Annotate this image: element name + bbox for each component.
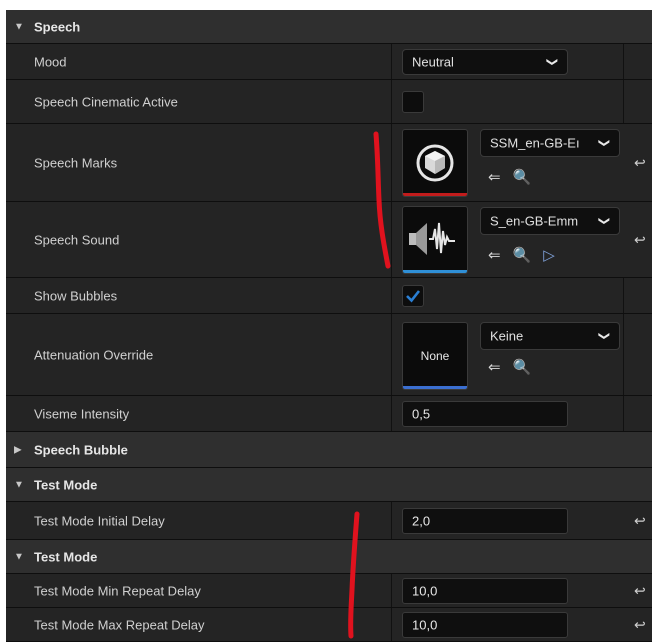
column-divider[interactable] <box>391 502 392 539</box>
asset-actions: ⇐ 🔍 <box>488 360 531 375</box>
property-label: Test Mode Min Repeat Delay <box>34 583 201 598</box>
column-divider[interactable] <box>391 202 392 277</box>
dropdown-value: S_en-GB-Emm <box>490 213 579 229</box>
triangle-down-icon[interactable]: ▼ <box>14 21 24 32</box>
property-label: Viseme Intensity <box>34 406 130 421</box>
dropdown-value: SSM_en-GB-Eı <box>490 135 580 151</box>
section-test-mode[interactable]: ▼ Test Mode <box>6 540 652 574</box>
row-viseme: Viseme Intensity 0,5 <box>6 396 652 432</box>
initial-delay-input[interactable]: 2,0 <box>402 508 568 534</box>
show-bubbles-checkbox[interactable] <box>402 285 424 307</box>
cinematic-checkbox[interactable] <box>402 91 424 113</box>
section-speech[interactable]: ▼ Speech <box>6 10 652 44</box>
column-divider[interactable] <box>391 278 392 313</box>
reset-arrow-icon[interactable]: ↩ <box>634 512 646 529</box>
chevron-down-icon: ❯ <box>597 331 610 341</box>
column-divider[interactable] <box>391 80 392 123</box>
browse-folder-icon[interactable]: 🔍 <box>513 360 532 375</box>
attenuation-thumbnail[interactable]: None <box>402 322 468 390</box>
speech-sound-asset-dropdown[interactable]: S_en-GB-Emm ❯ <box>480 207 620 235</box>
details-panel: ▼ Speech Mood Neutral ❯ Speech Cinematic… <box>6 10 652 642</box>
use-selected-arrow-icon[interactable]: ⇐ <box>488 170 501 185</box>
property-label: Attenuation Override <box>34 347 154 362</box>
property-label: Speech Marks <box>34 155 118 170</box>
row-test-mode-max-repeat-delay: Test Mode Max Repeat Delay 10,0 ↩ <box>6 608 652 642</box>
field-value: 2,0 <box>412 513 431 529</box>
reset-arrow-icon[interactable]: ↩ <box>634 231 646 248</box>
triangle-down-icon[interactable]: ▼ <box>14 479 24 490</box>
dropdown-value: Keine <box>490 328 524 344</box>
cube-asset-icon <box>416 144 454 182</box>
mood-dropdown[interactable]: Neutral ❯ <box>402 49 568 75</box>
speech-marks-asset-dropdown[interactable]: SSM_en-GB-Eı ❯ <box>480 129 620 157</box>
thumbnail-text: None <box>420 349 450 363</box>
row-show-bubbles: Show Bubbles <box>6 278 652 314</box>
asset-actions: ⇐ 🔍 ▷ <box>488 248 555 263</box>
asset-type-bar <box>403 386 467 389</box>
use-selected-arrow-icon[interactable]: ⇐ <box>488 360 501 375</box>
field-value: 0,5 <box>412 406 431 422</box>
section-speech-bubble[interactable]: ▶ Speech Bubble <box>6 432 652 468</box>
property-label: Speech Sound <box>34 232 120 247</box>
property-label: Speech Cinematic Active <box>34 94 178 109</box>
use-selected-arrow-icon[interactable]: ⇐ <box>488 248 501 263</box>
property-label: Test Mode Max Repeat Delay <box>34 617 205 632</box>
reset-arrow-icon[interactable]: ↩ <box>634 582 646 599</box>
browse-folder-icon[interactable]: 🔍 <box>513 170 532 185</box>
speech-marks-thumbnail[interactable] <box>402 129 468 197</box>
checkmark-icon <box>406 290 421 303</box>
dropdown-value: Neutral <box>412 54 454 70</box>
triangle-down-icon[interactable]: ▼ <box>14 551 24 562</box>
column-divider <box>623 314 624 395</box>
attenuation-asset-dropdown[interactable]: Keine ❯ <box>480 322 620 350</box>
chevron-down-icon: ❯ <box>545 57 558 67</box>
property-label: Show Bubbles <box>34 288 118 303</box>
column-divider <box>623 44 624 79</box>
section-test-mode[interactable]: ▼ Test Mode <box>6 468 652 502</box>
section-title: Speech <box>34 19 81 34</box>
play-icon[interactable]: ▷ <box>543 248 555 263</box>
section-title: Test Mode <box>34 477 98 492</box>
section-title: Test Mode <box>34 549 98 564</box>
chevron-down-icon: ❯ <box>597 138 610 148</box>
asset-type-bar <box>403 270 467 273</box>
column-divider[interactable] <box>391 396 392 431</box>
reset-arrow-icon[interactable]: ↩ <box>634 154 646 171</box>
speaker-waveform-icon <box>409 222 455 255</box>
row-mood: Mood Neutral ❯ <box>6 44 652 80</box>
property-label: Mood <box>34 54 67 69</box>
row-test-mode-min-repeat-delay: Test Mode Min Repeat Delay 10,0 ↩ <box>6 574 652 608</box>
column-divider <box>623 80 624 123</box>
column-divider[interactable] <box>391 574 392 607</box>
viseme-intensity-input[interactable]: 0,5 <box>402 401 568 427</box>
chevron-down-icon: ❯ <box>597 216 610 226</box>
asset-type-bar <box>403 193 467 196</box>
row-speech-sound: Speech Sound S_en-GB-Emm ❯ ⇐ 🔍 ▷ ↩ <box>6 202 652 278</box>
row-speech-marks: Speech Marks SSM_en-GB-Eı ❯ ⇐ 🔍 ↩ <box>6 124 652 202</box>
row-attenuation: Attenuation Override None Keine ❯ ⇐ 🔍 <box>6 314 652 396</box>
max-repeat-delay-input[interactable]: 10,0 <box>402 612 568 638</box>
field-value: 10,0 <box>412 583 438 599</box>
row-test-mode-initial-delay: Test Mode Initial Delay 2,0 ↩ <box>6 502 652 540</box>
column-divider[interactable] <box>391 124 392 201</box>
speech-sound-thumbnail[interactable] <box>402 206 468 274</box>
column-divider[interactable] <box>391 608 392 641</box>
triangle-right-icon[interactable]: ▶ <box>14 444 22 455</box>
column-divider[interactable] <box>391 44 392 79</box>
section-title: Speech Bubble <box>34 442 128 457</box>
column-divider[interactable] <box>391 314 392 395</box>
column-divider <box>623 278 624 313</box>
column-divider <box>623 396 624 431</box>
reset-arrow-icon[interactable]: ↩ <box>634 616 646 633</box>
browse-folder-icon[interactable]: 🔍 <box>513 248 532 263</box>
min-repeat-delay-input[interactable]: 10,0 <box>402 578 568 604</box>
property-label: Test Mode Initial Delay <box>34 513 165 528</box>
row-cinematic: Speech Cinematic Active <box>6 80 652 124</box>
asset-actions: ⇐ 🔍 <box>488 170 531 185</box>
field-value: 10,0 <box>412 617 438 633</box>
